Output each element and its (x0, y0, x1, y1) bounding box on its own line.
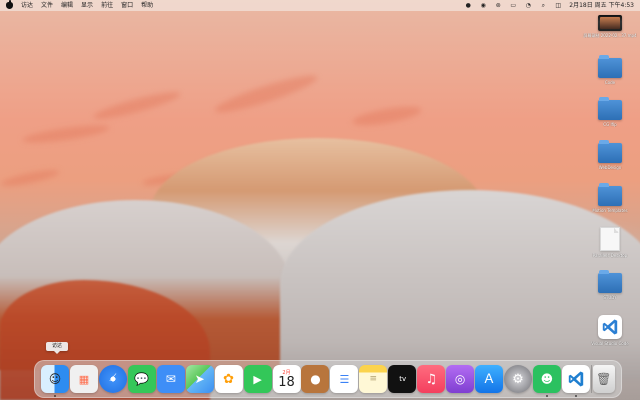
wallpaper-cloud (21, 121, 111, 147)
wallpaper-cloud (212, 69, 320, 119)
vscode-dock-icon (568, 371, 584, 387)
facetime-icon: ▶ (253, 372, 262, 386)
dock-item-appletv[interactable]: tv (388, 365, 417, 393)
dock-item-trash[interactable]: 🗑 (592, 365, 615, 393)
menu-bar: 访达 文件 编辑 显示 前往 窗口 帮助 ● ◉ ⊚ ▭ ◔ ⌕ ◫ 2月18日… (0, 0, 640, 11)
mail-icon: ✉ (165, 372, 176, 386)
desktop-item-label: Parallels Desktop (592, 253, 628, 258)
folder-icon (598, 270, 622, 293)
desktop-item-screen-recording[interactable]: 屏幕录制 2022-02...37.mp4 (580, 15, 640, 38)
podcasts-icon: ◎ (454, 372, 466, 386)
menu-edit[interactable]: 编辑 (61, 0, 73, 11)
appletv-label: tv (399, 375, 407, 383)
dock-item-mail[interactable]: ✉ (156, 365, 185, 393)
desktop-item-vscode-app[interactable]: Visual Studio Code (580, 315, 640, 346)
vscode-logo-icon (602, 319, 618, 335)
gear-icon: ⚙ (512, 371, 524, 387)
messages-icon: 💬 (134, 372, 150, 386)
dock-item-wechat[interactable]: ☻ (532, 365, 561, 397)
hotspot-icon[interactable]: ⊚ (494, 2, 502, 10)
desktop-item-study-folder[interactable]: STUDY (580, 270, 640, 300)
dock-item-messages[interactable]: 💬 (127, 365, 156, 393)
document-icon (600, 227, 620, 251)
menu-file[interactable]: 文件 (41, 0, 53, 11)
dock-tooltip: 访达 (46, 342, 68, 351)
dock-item-music[interactable]: ♫ (417, 365, 446, 393)
dock-item-system-preferences[interactable]: ⚙ (504, 365, 532, 393)
notes-icon: ≡ (369, 373, 378, 384)
search-icon[interactable]: ⌕ (539, 2, 547, 10)
dock-item-photos[interactable]: ✿ (214, 365, 243, 393)
photos-icon: ✿ (223, 371, 235, 387)
menu-bar-right: ● ◉ ⊚ ▭ ◔ ⌕ ◫ 2月18日 周五 下午4:53 (464, 0, 634, 11)
desktop-item-webdesign-folder[interactable]: WebDesign (580, 140, 640, 170)
wallpaper-cloud (351, 103, 423, 129)
menu-window[interactable]: 窗口 (121, 0, 133, 11)
folder-icon (598, 97, 622, 120)
control-icon[interactable]: ● (464, 2, 472, 10)
trash-icon: 🗑 (596, 372, 612, 386)
desktop-item-label: STUDY (603, 295, 617, 300)
control-center-icon[interactable]: ◫ (554, 2, 562, 10)
menu-view[interactable]: 显示 (81, 0, 93, 11)
folder-icon (598, 140, 622, 163)
launchpad-icon: ▦ (78, 372, 90, 386)
music-icon: ♫ (425, 371, 438, 387)
desktop-item-motion-templates-folder[interactable]: Motion Templates (580, 183, 640, 213)
dock-item-notes[interactable]: ≡ (359, 365, 388, 393)
wallpaper-cloud (0, 166, 61, 190)
dock-item-vscode[interactable] (561, 365, 590, 397)
desktop-item-cg-folder[interactable]: CG Ifip (580, 97, 640, 127)
desktop-item-label: 屏幕录制 2022-02...37.mp4 (583, 33, 637, 38)
reminders-icon: ☰ (339, 372, 350, 386)
desktop-item-code-folder[interactable]: Code (580, 55, 640, 85)
apple-menu-icon[interactable] (6, 0, 13, 9)
battery-icon[interactable]: ▭ (509, 2, 517, 10)
appstore-icon: Ａ (482, 371, 496, 387)
dock-item-reminders[interactable]: ☰ (330, 365, 359, 393)
dock-item-contacts[interactable]: ● (301, 365, 330, 393)
vscode-icon (598, 315, 622, 339)
folder-icon (598, 183, 622, 206)
calendar-day: 18 (278, 374, 295, 390)
wechat-app-icon: ☻ (540, 372, 554, 386)
dock-item-calendar[interactable]: 2月 18 (272, 365, 301, 393)
menu-go[interactable]: 前往 (101, 0, 113, 11)
dock-item-safari[interactable]: ⟋ (98, 365, 127, 393)
desktop-item-label: Code (604, 80, 616, 85)
dock-item-appstore[interactable]: Ａ (475, 365, 504, 393)
finder-icon: ☺ (48, 372, 62, 386)
safari-icon: ⟋ (109, 373, 117, 384)
desktop-wallpaper: 访达 文件 编辑 显示 前往 窗口 帮助 ● ◉ ⊚ ▭ ◔ ⌕ ◫ 2月18日… (0, 0, 640, 400)
video-file-icon (598, 15, 622, 31)
dock-item-facetime[interactable]: ▶ (243, 365, 272, 393)
dock-item-launchpad[interactable]: ▦ (69, 365, 98, 393)
desktop-item-label: Motion Templates (592, 208, 628, 213)
wifi-icon[interactable]: ◔ (524, 2, 532, 10)
dock-separator (590, 365, 592, 393)
desktop-icon-grid: 屏幕录制 2022-02...37.mp4 Code CG Ifip WebDe… (580, 15, 640, 355)
app-menu-finder[interactable]: 访达 (21, 0, 33, 11)
contacts-icon: ● (310, 372, 321, 386)
dock-item-podcasts[interactable]: ◎ (446, 365, 475, 393)
desktop-item-parallels-file[interactable]: Parallels Desktop (580, 227, 640, 258)
menu-help[interactable]: 帮助 (141, 0, 153, 11)
folder-icon (598, 55, 622, 78)
dock-item-finder[interactable]: ☺ (41, 365, 69, 397)
desktop-item-label: WebDesign (598, 165, 622, 170)
menu-bar-clock[interactable]: 2月18日 周五 下午4:53 (569, 0, 634, 11)
menu-bar-left: 访达 文件 编辑 显示 前往 窗口 帮助 (6, 0, 153, 11)
desktop-item-label: Visual Studio Code (591, 341, 629, 346)
maps-icon: ➤ (194, 372, 205, 386)
dock: ☺ ▦ ⟋ 💬 ✉ ➤ ✿ ▶ 2月 18 ● ☰ ≡ tv ♫ ◎ Ａ ⚙ ☻… (34, 360, 622, 398)
wallpaper-cloud (91, 87, 183, 124)
dock-item-maps[interactable]: ➤ (185, 365, 214, 393)
desktop-item-label: CG Ifip (603, 122, 617, 127)
wechat-icon[interactable]: ◉ (479, 2, 487, 10)
